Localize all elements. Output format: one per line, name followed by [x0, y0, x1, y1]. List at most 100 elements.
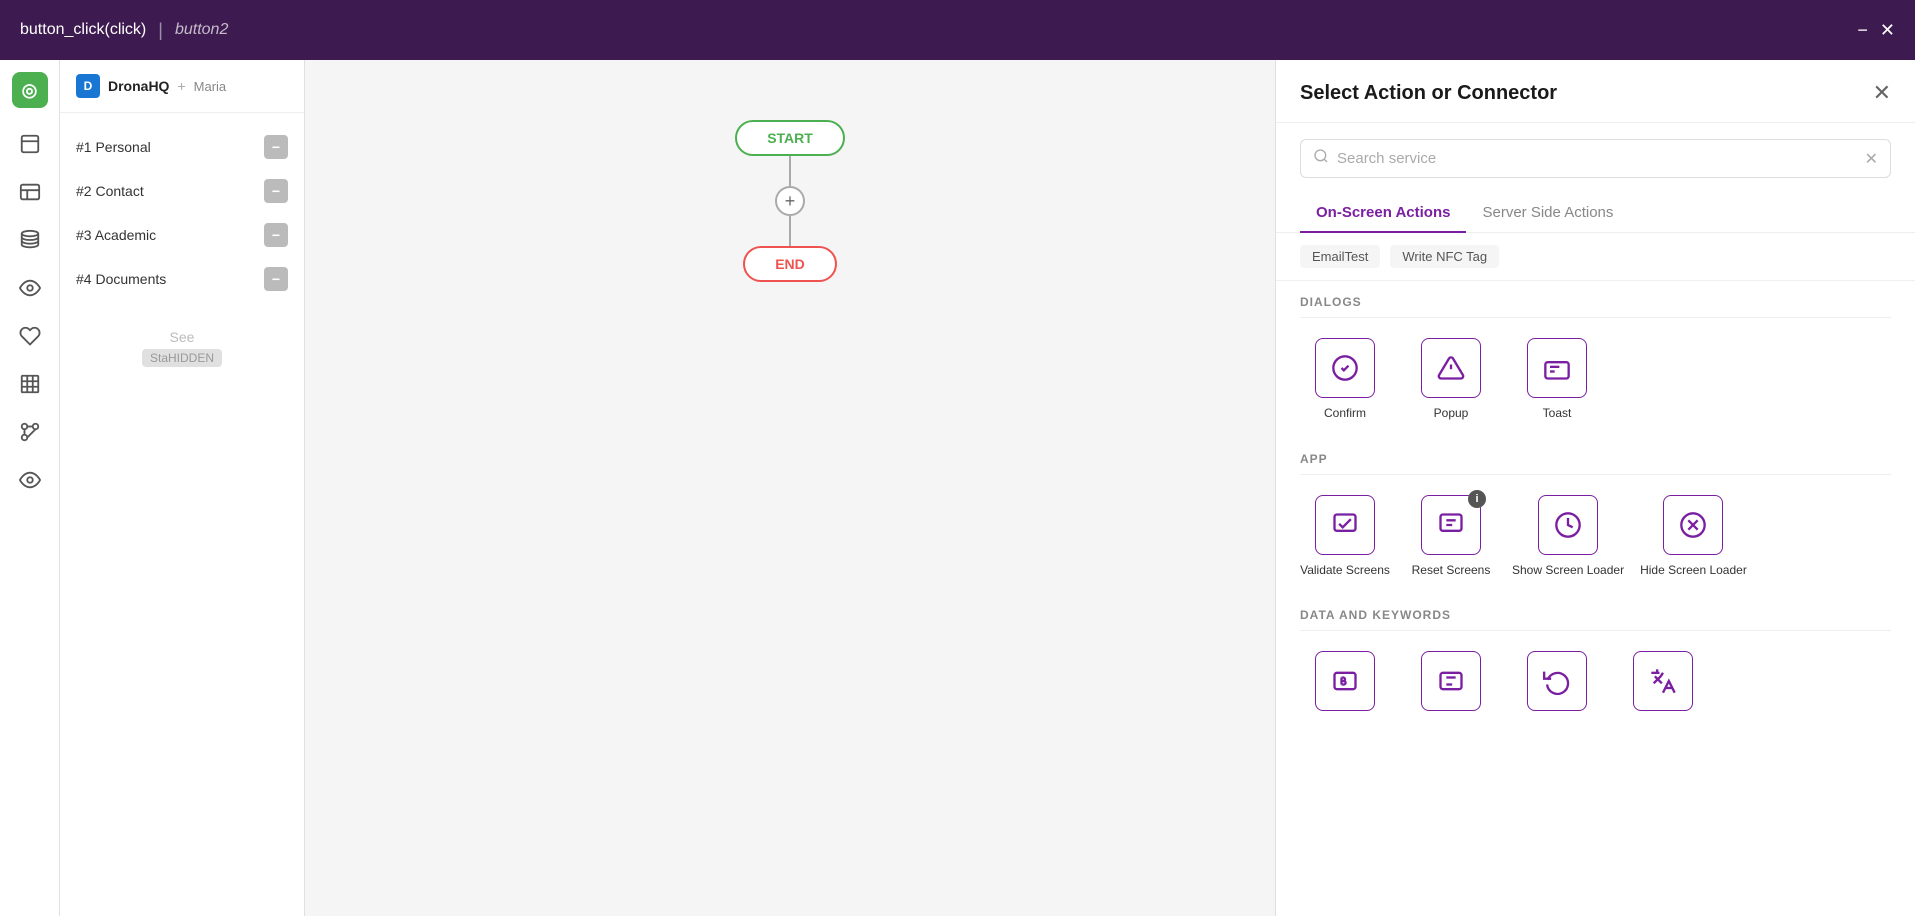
- action-popup[interactable]: Popup: [1406, 338, 1496, 422]
- start-node: START: [735, 120, 845, 156]
- flow-start-node: START: [735, 120, 845, 156]
- button-name: button2: [175, 21, 228, 39]
- variable1-icon-box: [1315, 651, 1375, 711]
- search-clear-button[interactable]: ✕: [1865, 149, 1878, 169]
- right-panel-header: Select Action or Connector ✕: [1276, 60, 1915, 123]
- filter-write-nfc[interactable]: Write NFC Tag: [1390, 245, 1499, 268]
- show-loader-label: Show Screen Loader: [1512, 563, 1624, 579]
- action-show-screen-loader[interactable]: Show Screen Loader: [1512, 495, 1624, 579]
- item-label-4: #4 Documents: [76, 271, 166, 287]
- action-variable1[interactable]: [1300, 651, 1390, 719]
- quick-filters: EmailTest Write NFC Tag: [1276, 233, 1915, 281]
- reset-screens-label: Reset Screens: [1412, 563, 1491, 579]
- section-dialogs-divider: [1300, 317, 1891, 318]
- tab-server-side-actions[interactable]: Server Side Actions: [1466, 194, 1629, 233]
- see-more-text: See: [170, 329, 195, 345]
- item-badge-2: −: [264, 179, 288, 203]
- popup-label: Popup: [1434, 406, 1469, 422]
- search-bar: ✕: [1300, 139, 1891, 178]
- hide-loader-label: Hide Screen Loader: [1640, 563, 1747, 579]
- sidebar-item-eye[interactable]: [10, 268, 50, 308]
- close-window-button[interactable]: ✕: [1880, 21, 1895, 39]
- tab-on-screen-actions[interactable]: On-Screen Actions: [1300, 194, 1466, 233]
- sidebar-item-page[interactable]: [10, 124, 50, 164]
- action-confirm[interactable]: Confirm: [1300, 338, 1390, 422]
- sidebar-item-table[interactable]: [10, 364, 50, 404]
- see-more-section: See StaHIDDEN: [60, 313, 304, 383]
- validate-screens-icon-box: [1315, 495, 1375, 555]
- window-controls: − ✕: [1857, 21, 1895, 39]
- icon-sidebar: ◎: [0, 60, 60, 916]
- left-panel-header: D DronaHQ + Maria: [60, 60, 304, 113]
- filter-emailtest[interactable]: EmailTest: [1300, 245, 1380, 268]
- dronahq-label: DronaHQ: [108, 78, 169, 94]
- separator: |: [158, 20, 163, 41]
- confirm-icon-box: [1315, 338, 1375, 398]
- list-item-2[interactable]: #2 Contact −: [60, 169, 304, 213]
- item-badge-3: −: [264, 223, 288, 247]
- data-keywords-grid: [1276, 643, 1915, 735]
- toast-icon-box: [1527, 338, 1587, 398]
- dialogs-grid: Confirm Popup Toast: [1276, 330, 1915, 438]
- toast-label: Toast: [1543, 406, 1572, 422]
- item-label-1: #1 Personal: [76, 139, 151, 155]
- section-data-keywords-label: DATA AND KEYWORDS: [1276, 594, 1915, 630]
- add-step-button[interactable]: +: [775, 186, 805, 216]
- validate-screens-label: Validate Screens: [1300, 563, 1390, 579]
- sidebar-item-preview[interactable]: [10, 460, 50, 500]
- item-badge-1: −: [264, 135, 288, 159]
- translate-icon-box: [1633, 651, 1693, 711]
- item-label-3: #3 Academic: [76, 227, 156, 243]
- sidebar-item-components[interactable]: [10, 412, 50, 452]
- action-hide-screen-loader[interactable]: Hide Screen Loader: [1640, 495, 1747, 579]
- item-badge-4: −: [264, 267, 288, 291]
- variable2-icon-box: [1421, 651, 1481, 711]
- sidebar-item-plugin[interactable]: [10, 316, 50, 356]
- section-data-keywords-divider: [1300, 630, 1891, 631]
- show-loader-icon-box: [1538, 495, 1598, 555]
- flow-end-node: END: [743, 246, 837, 282]
- action-translate[interactable]: [1618, 651, 1708, 719]
- hidden-badge: StaHIDDEN: [142, 349, 222, 367]
- action-validate-screens[interactable]: Validate Screens: [1300, 495, 1390, 579]
- hide-loader-icon-box: [1663, 495, 1723, 555]
- rotate-icon-box: [1527, 651, 1587, 711]
- popup-icon-box: [1421, 338, 1481, 398]
- item-label-2: #2 Contact: [76, 183, 144, 199]
- function-name: button_click(click): [20, 21, 146, 39]
- minimize-button[interactable]: −: [1857, 21, 1868, 39]
- end-node: END: [743, 246, 837, 282]
- sidebar-item-layout[interactable]: [10, 172, 50, 212]
- reset-screens-icon-box: i: [1421, 495, 1481, 555]
- right-panel: Select Action or Connector ✕ ✕ On-Screen…: [1275, 60, 1915, 916]
- panel-title: Select Action or Connector: [1300, 82, 1557, 105]
- search-input[interactable]: [1337, 150, 1857, 167]
- action-variable2[interactable]: [1406, 651, 1496, 719]
- left-panel-items: #1 Personal − #2 Contact − #3 Academic −…: [60, 113, 304, 313]
- connector-2: [789, 216, 791, 246]
- maria-label: Maria: [194, 79, 227, 94]
- search-icon: [1313, 148, 1329, 169]
- canvas-area: START + END: [305, 60, 1275, 916]
- list-item-4[interactable]: #4 Documents −: [60, 257, 304, 301]
- main-layout: ◎ D DronaHQ + Maria: [0, 60, 1915, 916]
- connector-1: [789, 156, 791, 186]
- plus-icon: +: [177, 78, 185, 94]
- top-bar: button_click(click) | button2 − ✕: [0, 0, 1915, 60]
- info-badge: i: [1468, 490, 1486, 508]
- app-grid: Validate Screens i Reset Screens Show Sc…: [1276, 487, 1915, 595]
- section-app-label: APP: [1276, 438, 1915, 474]
- canvas-content: START + END: [305, 60, 1275, 916]
- dronahq-logo: D: [76, 74, 100, 98]
- app-logo: ◎: [12, 72, 48, 108]
- sidebar-item-database[interactable]: [10, 220, 50, 260]
- section-app-divider: [1300, 474, 1891, 475]
- action-reset-screens[interactable]: i Reset Screens: [1406, 495, 1496, 579]
- action-rotate[interactable]: [1512, 651, 1602, 719]
- close-panel-button[interactable]: ✕: [1873, 80, 1891, 106]
- list-item-3[interactable]: #3 Academic −: [60, 213, 304, 257]
- list-item-1[interactable]: #1 Personal −: [60, 125, 304, 169]
- action-toast[interactable]: Toast: [1512, 338, 1602, 422]
- confirm-label: Confirm: [1324, 406, 1366, 422]
- left-panel: D DronaHQ + Maria #1 Personal − #2 Conta…: [60, 60, 305, 916]
